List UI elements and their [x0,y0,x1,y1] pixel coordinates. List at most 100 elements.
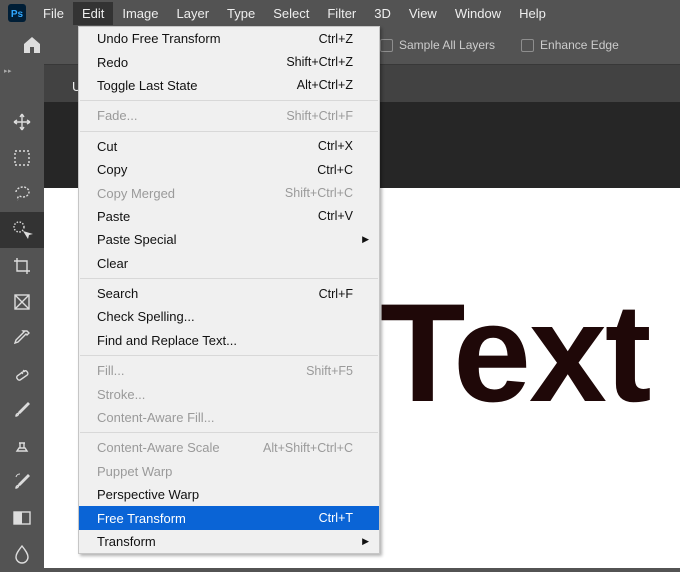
menu-item-shortcut: Shift+Ctrl+F [286,109,353,123]
menu-item-content-aware-fill: Content-Aware Fill... [79,406,379,429]
menu-item-undo-free-transform[interactable]: Undo Free Transform Ctrl+Z [79,27,379,50]
menu-item-shortcut: Ctrl+Z [319,32,353,46]
lasso-tool[interactable] [0,176,44,212]
menu-item-copy[interactable]: Copy Ctrl+C [79,158,379,181]
menu-item-fill: Fill... Shift+F5 [79,359,379,382]
menu-item-transform[interactable]: Transform ▶ [79,530,379,553]
submenu-arrow-icon: ▶ [362,536,369,547]
checkbox-box [521,39,534,52]
menu-item-search[interactable]: Search Ctrl+F [79,282,379,305]
menubar: Ps FileEditImageLayerTypeSelectFilter3DV… [0,0,680,26]
menu-item-label: Clear [97,256,128,271]
menu-item-label: Redo [97,55,128,70]
menu-select[interactable]: Select [264,2,318,25]
menu-item-shortcut: Shift+Ctrl+Z [286,55,353,69]
menu-item-cut[interactable]: Cut Ctrl+X [79,135,379,158]
menu-item-copy-merged: Copy Merged Shift+Ctrl+C [79,181,379,204]
menu-edit[interactable]: Edit [73,2,113,25]
menu-item-label: Copy [97,162,127,177]
edit-menu-dropdown: Undo Free Transform Ctrl+Z Redo Shift+Ctrl+… [78,26,380,554]
menu-item-perspective-warp[interactable]: Perspective Warp [79,483,379,506]
menu-item-paste[interactable]: Paste Ctrl+V [79,205,379,228]
menu-window[interactable]: Window [446,2,510,25]
clone-stamp-tool[interactable] [0,428,44,464]
menu-item-label: Search [97,286,138,301]
menu-item-label: Perspective Warp [97,487,199,502]
menu-item-redo[interactable]: Redo Shift+Ctrl+Z [79,50,379,73]
menu-item-paste-special[interactable]: Paste Special ▶ [79,228,379,251]
submenu-arrow-icon: ▶ [362,234,369,245]
gradient-tool[interactable] [0,500,44,536]
sample-all-layers-label: Sample All Layers [399,38,495,52]
enhance-edge-checkbox[interactable]: Enhance Edge [521,38,619,52]
menu-item-content-aware-scale: Content-Aware Scale Alt+Shift+Ctrl+C [79,436,379,459]
menu-item-label: Content-Aware Fill... [97,410,215,425]
menu-item-label: Paste [97,209,130,224]
text-layer-content[interactable]: Text L [380,272,680,434]
menu-item-label: Cut [97,139,117,154]
menu-item-label: Transform [97,534,156,549]
dock-grip[interactable]: ▸▸ [4,67,12,75]
menu-item-label: Fade... [97,108,137,123]
svg-text:Ps: Ps [11,9,24,20]
history-brush-tool[interactable] [0,464,44,500]
move-tool[interactable] [0,104,44,140]
menu-filter[interactable]: Filter [318,2,365,25]
menu-item-label: Toggle Last State [97,78,197,93]
menu-item-label: Stroke... [97,387,145,402]
menu-image[interactable]: Image [113,2,167,25]
menu-item-check-spelling[interactable]: Check Spelling... [79,305,379,328]
menu-separator [80,131,378,132]
menu-item-shortcut: Alt+Shift+Ctrl+C [263,441,353,455]
menu-3d[interactable]: 3D [365,2,400,25]
menu-separator [80,278,378,279]
menu-item-shortcut: Ctrl+V [318,209,353,223]
toolbar [0,104,44,568]
menu-item-label: Paste Special [97,232,177,247]
menu-layer[interactable]: Layer [168,2,219,25]
menu-item-free-transform[interactable]: Free Transform Ctrl+T [79,506,379,529]
menu-item-label: Find and Replace Text... [97,333,237,348]
blur-tool[interactable] [0,536,44,572]
checkbox-box [380,39,393,52]
quick-selection-tool[interactable] [0,212,44,248]
menu-item-label: Puppet Warp [97,464,172,479]
eyedropper-tool[interactable] [0,320,44,356]
menu-item-find-and-replace-text[interactable]: Find and Replace Text... [79,329,379,352]
menu-separator [80,355,378,356]
menu-item-puppet-warp: Puppet Warp [79,460,379,483]
menu-item-shortcut: Ctrl+C [317,163,353,177]
home-icon[interactable] [18,31,46,59]
menu-item-shortcut: Ctrl+F [319,287,353,301]
menu-item-shortcut: Alt+Ctrl+Z [297,78,353,92]
menu-help[interactable]: Help [510,2,555,25]
menubar-items: FileEditImageLayerTypeSelectFilter3DView… [34,2,555,25]
marquee-tool[interactable] [0,140,44,176]
menu-item-shortcut: Shift+F5 [306,364,353,378]
menu-view[interactable]: View [400,2,446,25]
menu-item-shortcut: Shift+Ctrl+C [285,186,353,200]
menu-item-toggle-last-state[interactable]: Toggle Last State Alt+Ctrl+Z [79,74,379,97]
menu-item-label: Check Spelling... [97,309,195,324]
menu-item-fade: Fade... Shift+Ctrl+F [79,104,379,127]
menu-item-shortcut: Ctrl+X [318,139,353,153]
crop-tool[interactable] [0,248,44,284]
brush-tool[interactable] [0,392,44,428]
menu-item-label: Fill... [97,363,124,378]
menu-item-clear[interactable]: Clear [79,252,379,275]
enhance-edge-label: Enhance Edge [540,38,619,52]
menu-item-label: Content-Aware Scale [97,440,220,455]
healing-brush-tool[interactable] [0,356,44,392]
menu-separator [80,100,378,101]
app-icon: Ps [8,4,26,22]
menu-file[interactable]: File [34,2,73,25]
menu-separator [80,432,378,433]
menu-item-stroke: Stroke... [79,382,379,405]
menu-item-label: Free Transform [97,511,186,526]
frame-tool[interactable] [0,284,44,320]
menu-item-label: Copy Merged [97,186,175,201]
menu-type[interactable]: Type [218,2,264,25]
menu-item-label: Undo Free Transform [97,31,221,46]
menu-item-shortcut: Ctrl+T [319,511,353,525]
sample-all-layers-checkbox[interactable]: Sample All Layers [380,38,495,52]
